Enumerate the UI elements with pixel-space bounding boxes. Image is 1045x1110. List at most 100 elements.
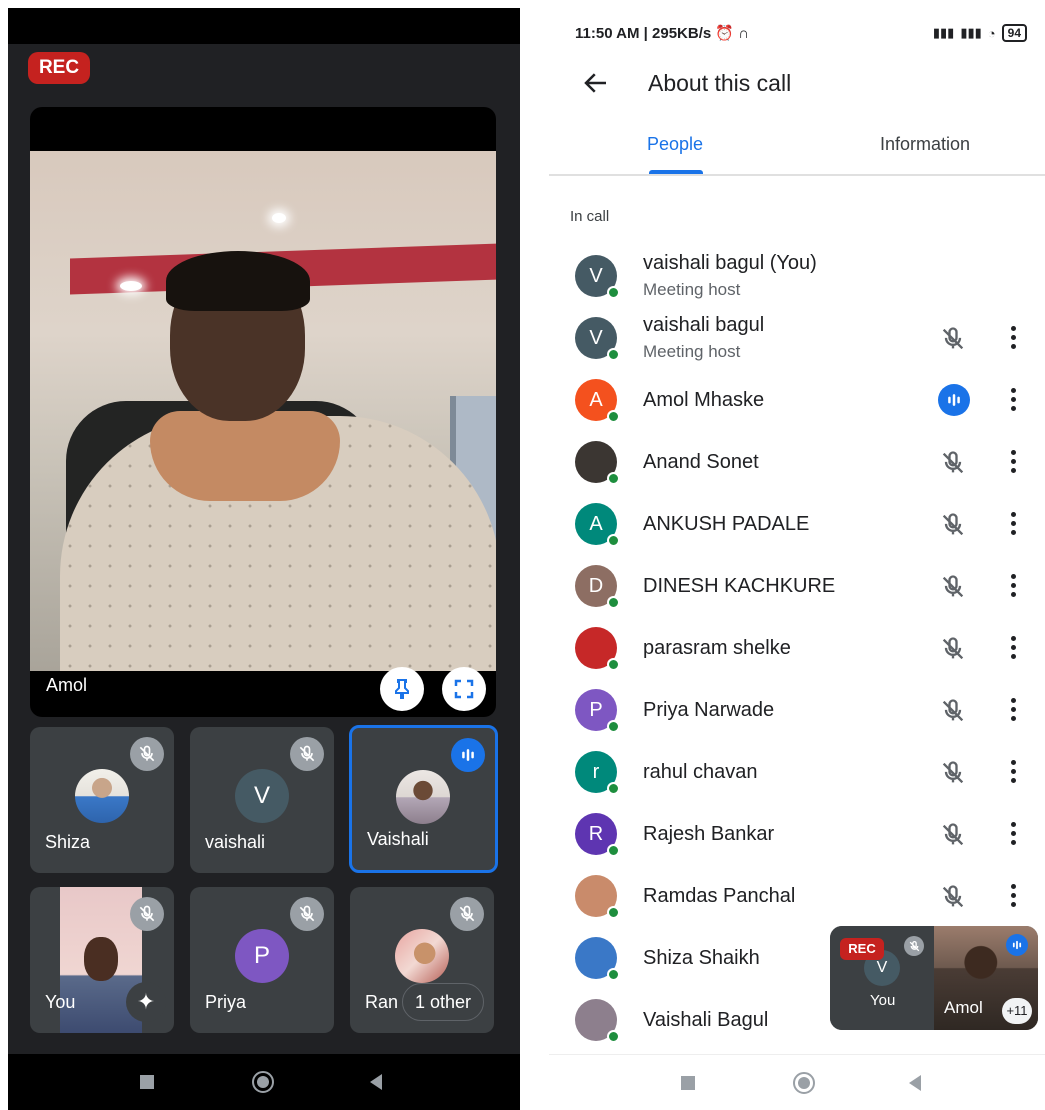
participant-tile[interactable]: P Priya (190, 887, 334, 1033)
more-options-icon[interactable] (1011, 884, 1017, 908)
recording-badge: REC (28, 52, 90, 84)
more-options-icon[interactable] (1011, 698, 1017, 722)
participant-row[interactable]: Ramdas Panchal (549, 866, 1045, 928)
participant-name: ANKUSH PADALE (643, 513, 810, 535)
participant-name: Priya (205, 992, 247, 1012)
mic-off-icon (939, 883, 967, 911)
back-button[interactable] (370, 1074, 382, 1090)
recording-badge: REC (840, 938, 884, 960)
others-chip[interactable]: 1 other (401, 983, 484, 1021)
more-options-icon[interactable] (1011, 760, 1017, 784)
participant-name: Vaishali Bagul (643, 1009, 769, 1031)
mic-off-icon (939, 759, 967, 787)
more-options-icon[interactable] (1011, 636, 1017, 660)
mic-off-icon (450, 897, 484, 931)
more-options-icon[interactable] (1011, 326, 1017, 350)
participant-row[interactable]: A Amol Mhaske (549, 370, 1045, 432)
mic-off-icon (939, 511, 967, 539)
online-indicator (607, 534, 620, 547)
participant-tile-active[interactable]: Vaishali (349, 725, 498, 873)
back-button[interactable] (909, 1075, 921, 1091)
meeting-screen: REC Amol Shiza V vaishali Vaishali ✦ You… (8, 8, 520, 1110)
more-options-icon[interactable] (1011, 574, 1017, 598)
tab-people[interactable]: People (647, 134, 703, 155)
participant-row[interactable]: D DINESH KACHKURE (549, 556, 1045, 618)
recents-button[interactable] (681, 1076, 695, 1090)
more-participants-badge: +11 (1002, 998, 1032, 1024)
effects-button[interactable]: ✦ (126, 982, 166, 1022)
tab-information[interactable]: Information (880, 134, 970, 155)
page-title: About this call (648, 70, 792, 96)
speaking-icon (938, 384, 970, 416)
avatar (75, 769, 129, 823)
self-tile[interactable]: ✦ You (30, 887, 174, 1033)
wifi-icon: ◔ (987, 25, 996, 41)
sparkle-icon: ✦ (136, 989, 156, 1014)
participant-tile[interactable]: Shiza (30, 727, 174, 873)
home-button[interactable] (252, 1071, 274, 1093)
participant-name: Shiza Shaikh (643, 947, 760, 969)
participant-name: Ran (365, 992, 399, 1012)
online-indicator (607, 720, 620, 733)
avatar (396, 770, 450, 824)
participant-name: Priya Narwade (643, 699, 775, 721)
battery-icon: 94 (1001, 24, 1027, 42)
participant-row[interactable]: Vvaishali bagul Meeting host (549, 308, 1045, 370)
fullscreen-button[interactable] (442, 667, 486, 711)
participant-row[interactable]: A ANKUSH PADALE (549, 494, 1045, 556)
participant-row[interactable]: R Rajesh Bankar (549, 804, 1045, 866)
picture-in-picture[interactable]: V REC You Amol +11 (830, 926, 1038, 1030)
participant-row[interactable]: parasram shelke (549, 618, 1045, 680)
online-indicator (607, 968, 620, 981)
more-options-icon[interactable] (1011, 822, 1017, 846)
avatar: V (575, 255, 620, 299)
back-arrow-icon[interactable] (581, 68, 611, 98)
participant-tile[interactable]: Ran 1 other (350, 887, 494, 1033)
more-options-icon[interactable] (1011, 512, 1017, 536)
pin-icon (395, 679, 409, 699)
online-indicator (607, 596, 620, 609)
system-nav-bar (8, 1054, 520, 1110)
signal-icon: ▮▮▮ (960, 25, 982, 40)
participant-name: Ramdas Panchal (643, 885, 796, 907)
online-indicator (607, 348, 620, 361)
online-indicator (607, 844, 620, 857)
participant-name: Anand Sonet (643, 451, 759, 473)
avatar (575, 441, 620, 485)
mic-off-icon (939, 325, 967, 353)
participant-name: vaishali (205, 832, 266, 852)
participant-row[interactable]: Anand Sonet (549, 432, 1045, 494)
more-options-icon[interactable] (1011, 388, 1017, 412)
pin-button[interactable] (380, 667, 424, 711)
participant-tile[interactable]: V vaishali (190, 727, 334, 873)
online-indicator (607, 410, 620, 423)
avatar: P (575, 689, 620, 733)
avatar: V (235, 769, 289, 823)
main-video-tile[interactable]: Amol (30, 107, 496, 717)
participant-name: Amol Mhaske (643, 389, 765, 411)
participant-role: Meeting host (643, 342, 741, 361)
mic-off-icon (939, 635, 967, 663)
status-bar (8, 8, 520, 44)
signal-icon: ▮▮▮ (932, 25, 955, 40)
mic-off-icon (939, 697, 967, 725)
online-indicator (607, 1030, 620, 1043)
online-indicator (607, 472, 620, 485)
participant-name: vaishali bagul (You) (643, 252, 817, 274)
system-nav-bar (549, 1054, 1045, 1110)
participant-row[interactable]: r rahul chavan (549, 742, 1045, 804)
recents-button[interactable] (140, 1075, 154, 1089)
mic-off-icon (904, 936, 924, 956)
speaking-icon (1006, 934, 1028, 956)
main-tile-name: Amol (46, 675, 88, 695)
participant-row[interactable]: P Priya Narwade (549, 680, 1045, 742)
section-label: In call (570, 208, 610, 225)
mic-off-icon (939, 573, 967, 601)
participant-row[interactable]: Vvaishali bagul (You) Meeting host (549, 246, 1045, 308)
more-options-icon[interactable] (1011, 450, 1017, 474)
participant-name: You (45, 992, 76, 1012)
participant-name: Rajesh Bankar (643, 823, 775, 845)
participant-name: Vaishali (367, 829, 429, 849)
home-button[interactable] (793, 1072, 815, 1094)
avatar (575, 937, 620, 981)
